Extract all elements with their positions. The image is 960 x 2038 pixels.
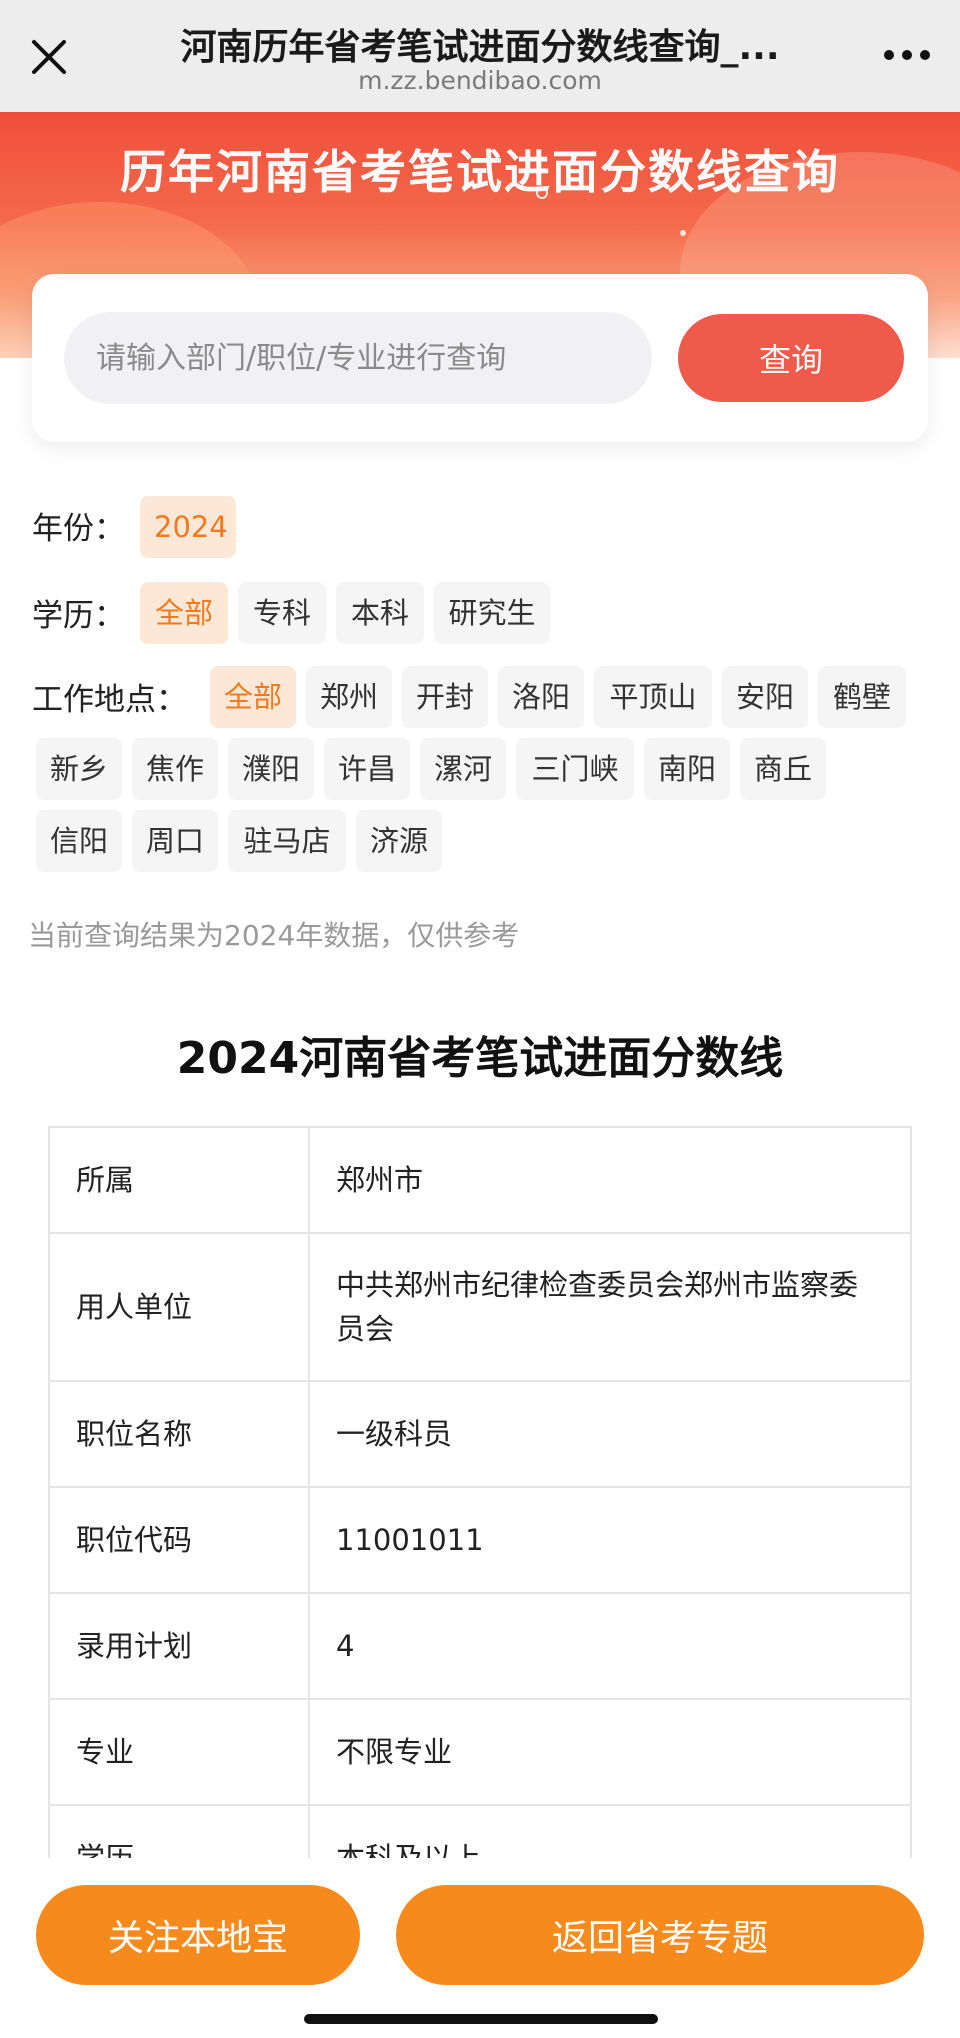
search-card: 查询 <box>32 274 928 442</box>
search-button[interactable]: 查询 <box>678 314 904 402</box>
table-row: 用人单位 中共郑州市纪律检查委员会郑州市监察委员会 <box>48 1232 912 1382</box>
table-value: 本科及以上 <box>308 1804 912 1858</box>
location-option-jiaozuo[interactable]: 焦作 <box>132 738 218 800</box>
hero-dot <box>536 187 548 199</box>
education-option-all[interactable]: 全部 <box>140 582 228 644</box>
location-option-zhengzhou[interactable]: 郑州 <box>306 666 392 728</box>
table-key: 所属 <box>48 1126 310 1234</box>
location-option-jiyuan[interactable]: 济源 <box>356 810 442 872</box>
hero-heading: 历年河南省考笔试进面分数线查询 <box>120 145 840 199</box>
location-option-luohe[interactable]: 漯河 <box>420 738 506 800</box>
table-row: 职位代码 11001011 <box>48 1486 912 1594</box>
table-key: 学历 <box>48 1804 310 1858</box>
top-nav-bar: 河南历年省考笔试进面分数线查询_... m.zz.bendibao.com <box>0 0 960 112</box>
result-note: 当前查询结果为2024年数据，仅供参考 <box>28 919 520 952</box>
table-row: 职位名称 一级科员 <box>48 1380 912 1488</box>
location-option-kaifeng[interactable]: 开封 <box>402 666 488 728</box>
location-option-puyang[interactable]: 濮阳 <box>228 738 314 800</box>
table-value: 郑州市 <box>308 1126 912 1234</box>
year-option-2024[interactable]: 2024 <box>140 496 236 558</box>
education-filter-label: 学历： <box>32 598 125 634</box>
table-key: 职位名称 <box>48 1380 310 1488</box>
hero-dot <box>680 230 686 236</box>
table-key: 职位代码 <box>48 1486 310 1594</box>
location-option-sanmenxia[interactable]: 三门峡 <box>516 738 634 800</box>
table-key: 专业 <box>48 1698 310 1806</box>
page-url: m.zz.bendibao.com <box>358 66 602 95</box>
result-table: 所属 郑州市 用人单位 中共郑州市纪律检查委员会郑州市监察委员会 职位名称 一级… <box>48 1126 912 1858</box>
location-option-pingdingshan[interactable]: 平顶山 <box>594 666 712 728</box>
year-filter-label: 年份： <box>32 511 125 547</box>
follow-bendibao-button[interactable]: 关注本地宝 <box>36 1885 360 1985</box>
table-value: 中共郑州市纪律检查委员会郑州市监察委员会 <box>308 1232 912 1382</box>
table-value: 4 <box>308 1592 912 1700</box>
home-indicator <box>304 2014 658 2024</box>
table-row: 录用计划 4 <box>48 1592 912 1700</box>
location-option-luoyang[interactable]: 洛阳 <box>498 666 584 728</box>
table-key: 用人单位 <box>48 1232 310 1382</box>
education-option-bachelor[interactable]: 本科 <box>336 582 424 644</box>
education-option-junior-college[interactable]: 专科 <box>238 582 326 644</box>
back-to-topic-button[interactable]: 返回省考专题 <box>396 1885 924 1985</box>
location-option-all[interactable]: 全部 <box>210 666 296 728</box>
more-options-icon[interactable] <box>880 38 934 72</box>
result-table-container[interactable]: 所属 郑州市 用人单位 中共郑州市纪律检查委员会郑州市监察委员会 职位名称 一级… <box>48 1126 912 1858</box>
education-option-graduate[interactable]: 研究生 <box>434 582 550 644</box>
location-option-zhoukou[interactable]: 周口 <box>132 810 218 872</box>
table-value: 一级科员 <box>308 1380 912 1488</box>
location-option-xinyang[interactable]: 信阳 <box>36 810 122 872</box>
table-key: 录用计划 <box>48 1592 310 1700</box>
close-icon[interactable] <box>26 34 72 80</box>
search-input[interactable] <box>64 312 652 404</box>
table-row: 专业 不限专业 <box>48 1698 912 1806</box>
location-option-xuchang[interactable]: 许昌 <box>324 738 410 800</box>
page-title: 河南历年省考笔试进面分数线查询_... <box>180 27 780 68</box>
table-title: 2024河南省考笔试进面分数线 <box>176 1033 784 1084</box>
location-option-shangqiu[interactable]: 商丘 <box>740 738 826 800</box>
location-filter-label: 工作地点： <box>32 682 187 718</box>
table-value: 11001011 <box>308 1486 912 1594</box>
location-option-zhumadian[interactable]: 驻马店 <box>228 810 346 872</box>
location-option-nanyang[interactable]: 南阳 <box>644 738 730 800</box>
location-option-xinxiang[interactable]: 新乡 <box>36 738 122 800</box>
table-row: 所属 郑州市 <box>48 1126 912 1234</box>
location-option-anyang[interactable]: 安阳 <box>722 666 808 728</box>
location-option-hebi[interactable]: 鹤壁 <box>818 666 906 728</box>
table-value: 不限专业 <box>308 1698 912 1806</box>
table-row: 学历 本科及以上 <box>48 1804 912 1858</box>
